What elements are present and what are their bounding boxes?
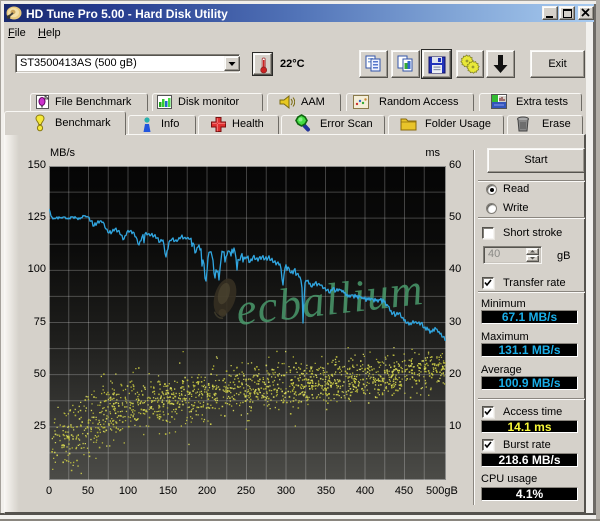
svg-text:ecballium: ecballium	[233, 264, 426, 335]
